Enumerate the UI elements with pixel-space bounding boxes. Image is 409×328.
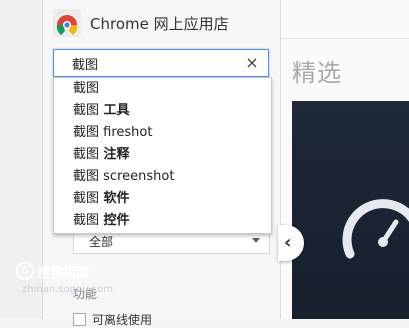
suggestion-prefix: 截图	[73, 125, 100, 140]
offline-checkbox-row[interactable]: 可离线使用	[73, 311, 152, 328]
offline-checkbox-label: 可离线使用	[92, 313, 153, 327]
chrome-logo-icon	[53, 9, 81, 37]
store-title: Chrome 网上应用店	[90, 14, 229, 33]
suggestion-prefix: 截图	[73, 103, 100, 118]
suggestion-completion: fireshot	[99, 125, 153, 140]
search-input[interactable]	[72, 54, 232, 72]
speedometer-icon	[342, 199, 409, 259]
offline-checkbox[interactable]	[73, 313, 86, 326]
chevron-left-icon: ‹	[284, 232, 292, 253]
chrome-web-store-logo	[53, 9, 81, 37]
featured-banner[interactable]	[292, 101, 409, 319]
suggestion-item[interactable]: 截图 注释	[54, 144, 271, 166]
clear-search-icon[interactable]: ×	[244, 53, 260, 73]
suggestion-item[interactable]: 截图 工具	[54, 100, 271, 122]
store-header[interactable]: Chrome 网上应用店	[53, 6, 229, 40]
main-content: 精选	[281, 0, 409, 319]
featured-title: 精选	[292, 59, 342, 87]
watermark-url: zhinan.sogou.com	[22, 284, 114, 295]
suggestion-prefix: 截图	[73, 213, 100, 228]
suggestion-completion: 工具	[99, 103, 130, 118]
search-suggestions: 截图 截图 工具 截图 fireshot 截图 注释 截图 screenshot 截图 软…	[53, 77, 272, 234]
suggestion-completion: 控件	[99, 213, 130, 228]
suggestion-prefix: 截图	[73, 191, 100, 206]
suggestion-item[interactable]: 截图 控件	[54, 210, 271, 232]
chevron-down-icon	[252, 238, 260, 243]
suggestion-prefix: 截图	[73, 81, 100, 96]
divider	[281, 38, 409, 39]
suggestion-prefix: 截图	[73, 147, 100, 162]
suggestion-completion: 软件	[99, 191, 130, 206]
suggestion-completion: 注释	[99, 147, 130, 162]
suggestion-prefix: 截图	[73, 169, 100, 184]
suggestion-item[interactable]: 截图 软件	[54, 188, 271, 210]
suggestion-item[interactable]: 截图 screenshot	[54, 166, 271, 188]
category-select-value: 全部	[89, 235, 114, 249]
sogou-logo-icon: S	[16, 262, 34, 280]
watermark-text: 搜狗指南	[37, 266, 90, 281]
search-box[interactable]: ×	[53, 49, 269, 77]
suggestion-completion: screenshot	[99, 169, 175, 184]
suggestion-item[interactable]: 截图	[54, 78, 271, 100]
suggestion-item[interactable]: 截图 fireshot	[54, 122, 271, 144]
